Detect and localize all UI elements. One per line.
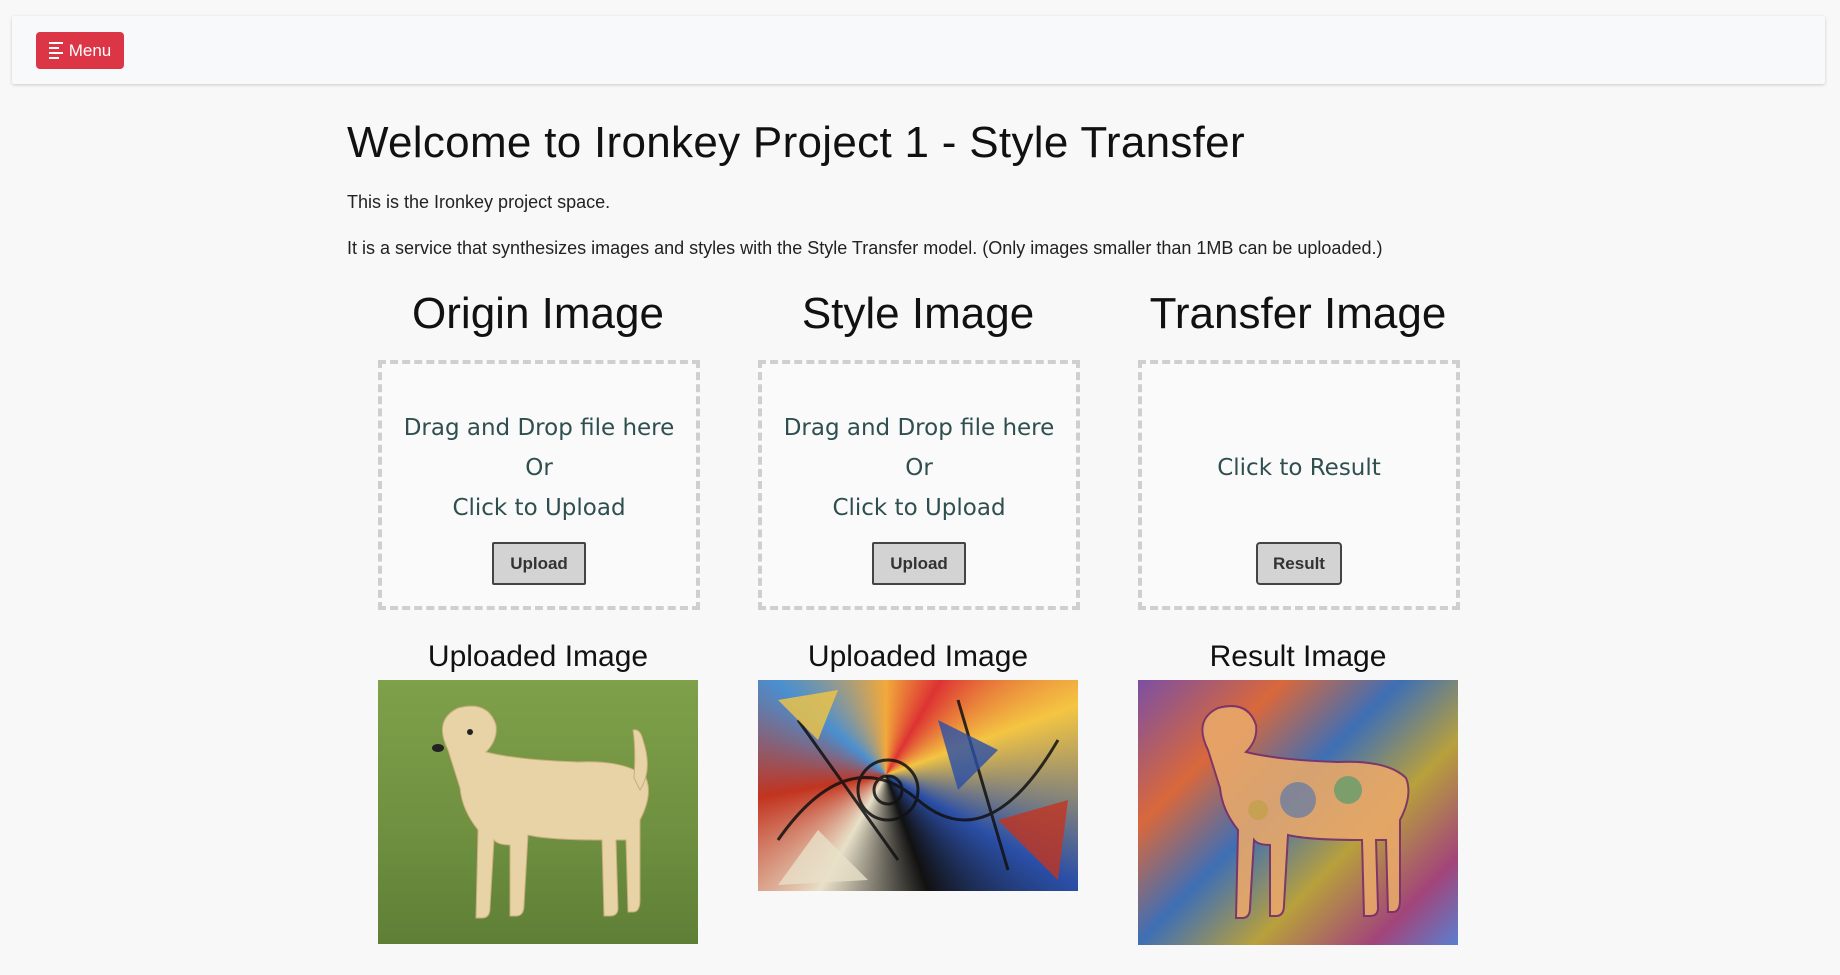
transfer-column: Transfer Image Click to Result Result Re…: [1138, 288, 1460, 945]
result-image: [1138, 680, 1458, 945]
origin-column: Origin Image Drag and Drop file here Or …: [378, 288, 700, 944]
transfer-dropzone[interactable]: Click to Result Result: [1138, 360, 1460, 610]
style-uploaded-image: [758, 680, 1078, 891]
result-button[interactable]: Result: [1256, 542, 1342, 585]
dropzone-click-text: Click to Upload: [832, 495, 1006, 521]
description-text: It is a service that synthesizes images …: [347, 238, 1383, 258]
menu-button[interactable]: Menu: [36, 32, 124, 69]
dropzone-drag-text: Drag and Drop file here: [403, 415, 675, 441]
dropzone-or-text: Or: [905, 455, 933, 481]
origin-upload-button[interactable]: Upload: [492, 542, 586, 585]
menu-icon: [48, 42, 63, 59]
page-title: Welcome to Ironkey Project 1 - Style Tra…: [347, 118, 1245, 167]
origin-uploaded-heading: Uploaded Image: [427, 640, 649, 673]
style-column: Style Image Drag and Drop file here Or C…: [758, 288, 1080, 891]
style-dropzone[interactable]: Drag and Drop file here Or Click to Uplo…: [758, 360, 1080, 610]
dropzone-or-text: Or: [525, 455, 553, 481]
style-upload-button[interactable]: Upload: [872, 542, 966, 585]
origin-image-heading: Origin Image: [412, 289, 664, 338]
style-image-heading: Style Image: [801, 289, 1035, 338]
dropzone-result-text: Click to Result: [1217, 455, 1381, 481]
style-uploaded-heading: Uploaded Image: [807, 640, 1029, 673]
origin-dropzone[interactable]: Drag and Drop file here Or Click to Uplo…: [378, 360, 700, 610]
origin-uploaded-image: [378, 680, 698, 944]
menu-button-label: Menu: [68, 40, 112, 60]
dropzone-drag-text: Drag and Drop file here: [783, 415, 1055, 441]
result-image-heading: Result Image: [1209, 640, 1387, 673]
dropzone-click-text: Click to Upload: [452, 495, 626, 521]
intro-text: This is the Ironkey project space.: [347, 192, 611, 212]
transfer-image-heading: Transfer Image: [1149, 289, 1447, 338]
navbar: Menu: [12, 16, 1825, 84]
